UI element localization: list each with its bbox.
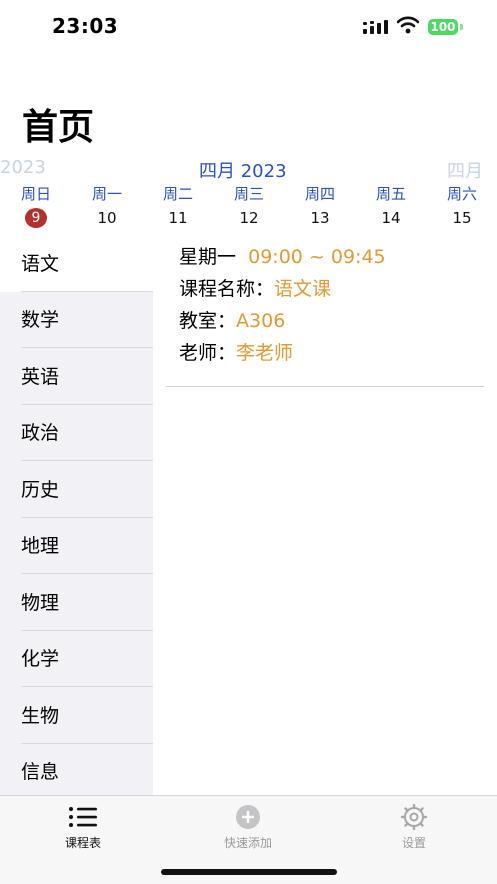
subject-label: 化学 xyxy=(21,648,60,670)
weekday-label: 周五 xyxy=(375,185,406,203)
detail-teacher-row: 老师：李老师 xyxy=(179,340,386,372)
month-prev-label[interactable]: 2023 xyxy=(0,157,46,178)
weekday-label: 周六 xyxy=(446,185,477,203)
status-bar: 23:03 100 xyxy=(0,0,497,54)
subject-label: 历史 xyxy=(21,479,60,501)
tab-quick-add[interactable]: 快速添加 xyxy=(198,804,298,851)
tab-settings[interactable]: 设置 xyxy=(364,804,464,851)
weekday-label: 周二 xyxy=(162,185,193,203)
tab-label: 快速添加 xyxy=(223,836,272,850)
tab-label: 课程表 xyxy=(64,836,101,850)
subject-label: 政治 xyxy=(21,422,60,444)
detail-course-row: 课程名称：语文课 xyxy=(179,276,386,308)
page-title: 首页 xyxy=(22,107,95,148)
room-value: A306 xyxy=(236,310,286,332)
subject-item-it[interactable]: 信息 xyxy=(0,744,153,800)
subject-item-history[interactable]: 历史 xyxy=(0,462,153,518)
date-number: 15 xyxy=(452,209,472,227)
tab-schedule[interactable]: 课程表 xyxy=(33,804,133,851)
subject-item-politics[interactable]: 政治 xyxy=(0,405,153,461)
cellular-signal-icon xyxy=(363,20,388,34)
date-number: 10 xyxy=(97,209,117,227)
week-calendar: 周日 9 周一 10 周二 11 周三 12 周四 13 周五 14 周六 15 xyxy=(0,183,497,229)
date-number: 14 xyxy=(381,209,401,227)
today-date-badge: 9 xyxy=(25,208,47,228)
date-number: 12 xyxy=(239,209,259,227)
weekday-label: 周一 xyxy=(91,185,122,203)
gear-icon xyxy=(400,804,428,830)
weekday-label: 周三 xyxy=(233,185,264,203)
day-sunday[interactable]: 周日 9 xyxy=(6,183,66,228)
status-time: 23:03 xyxy=(52,14,119,38)
subject-label: 信息 xyxy=(21,761,60,783)
wifi-icon xyxy=(397,16,419,34)
detail-divider xyxy=(166,386,484,387)
class-detail[interactable]: 星期一 09:00 ~ 09:45 课程名称：语文课 教室：A306 老师：李老… xyxy=(179,244,386,372)
day-monday[interactable]: 周一 10 xyxy=(77,183,137,228)
subject-item-biology[interactable]: 生物 xyxy=(0,688,153,744)
month-current-label: 四月 2023 xyxy=(199,161,287,182)
day-tuesday[interactable]: 周二 11 xyxy=(148,183,208,228)
home-indicator xyxy=(161,869,337,875)
weekday-label: 周四 xyxy=(304,185,335,203)
subject-label: 生物 xyxy=(21,705,60,727)
course-label: 课程名称： xyxy=(179,278,275,300)
time-range-text: 09:00 ~ 09:45 xyxy=(248,246,386,268)
course-value: 语文课 xyxy=(274,278,332,300)
day-saturday[interactable]: 周六 15 xyxy=(432,183,492,228)
detail-time-row: 星期一 09:00 ~ 09:45 xyxy=(179,244,386,276)
subject-item-physics[interactable]: 物理 xyxy=(0,575,153,631)
room-label: 教室： xyxy=(179,310,237,332)
date-number: 13 xyxy=(310,209,330,227)
teacher-label: 老师： xyxy=(179,342,237,364)
battery-tip xyxy=(460,24,463,30)
subject-label: 语文 xyxy=(21,253,60,275)
month-next-label[interactable]: 四月 xyxy=(447,157,483,183)
subject-item-chinese[interactable]: 语文 xyxy=(0,236,153,292)
battery-icon: 100 xyxy=(428,19,458,35)
subject-list: 语文 数学 英语 政治 历史 地理 物理 化学 生物 信息 xyxy=(0,236,153,795)
list-icon xyxy=(69,807,97,827)
subject-item-chemistry[interactable]: 化学 xyxy=(0,631,153,687)
date-number: 11 xyxy=(168,209,188,227)
subject-label: 地理 xyxy=(21,535,60,557)
month-strip[interactable]: 2023 四月 2023 四月 xyxy=(0,157,497,183)
subject-label: 物理 xyxy=(21,592,60,614)
subject-item-geography[interactable]: 地理 xyxy=(0,518,153,574)
subject-item-english[interactable]: 英语 xyxy=(0,349,153,405)
tab-label: 设置 xyxy=(401,836,426,850)
detail-room-row: 教室：A306 xyxy=(179,308,386,340)
day-thursday[interactable]: 周四 13 xyxy=(290,183,350,228)
plus-circle-icon xyxy=(236,805,260,829)
subject-item-math[interactable]: 数学 xyxy=(0,292,153,348)
subject-label: 英语 xyxy=(21,366,60,388)
subject-label: 数学 xyxy=(21,309,60,331)
teacher-value: 李老师 xyxy=(236,342,294,364)
weekday-label: 周日 xyxy=(20,185,51,203)
day-wednesday[interactable]: 周三 12 xyxy=(219,183,279,228)
day-friday[interactable]: 周五 14 xyxy=(361,183,421,228)
weekday-text: 星期一 xyxy=(179,246,237,268)
